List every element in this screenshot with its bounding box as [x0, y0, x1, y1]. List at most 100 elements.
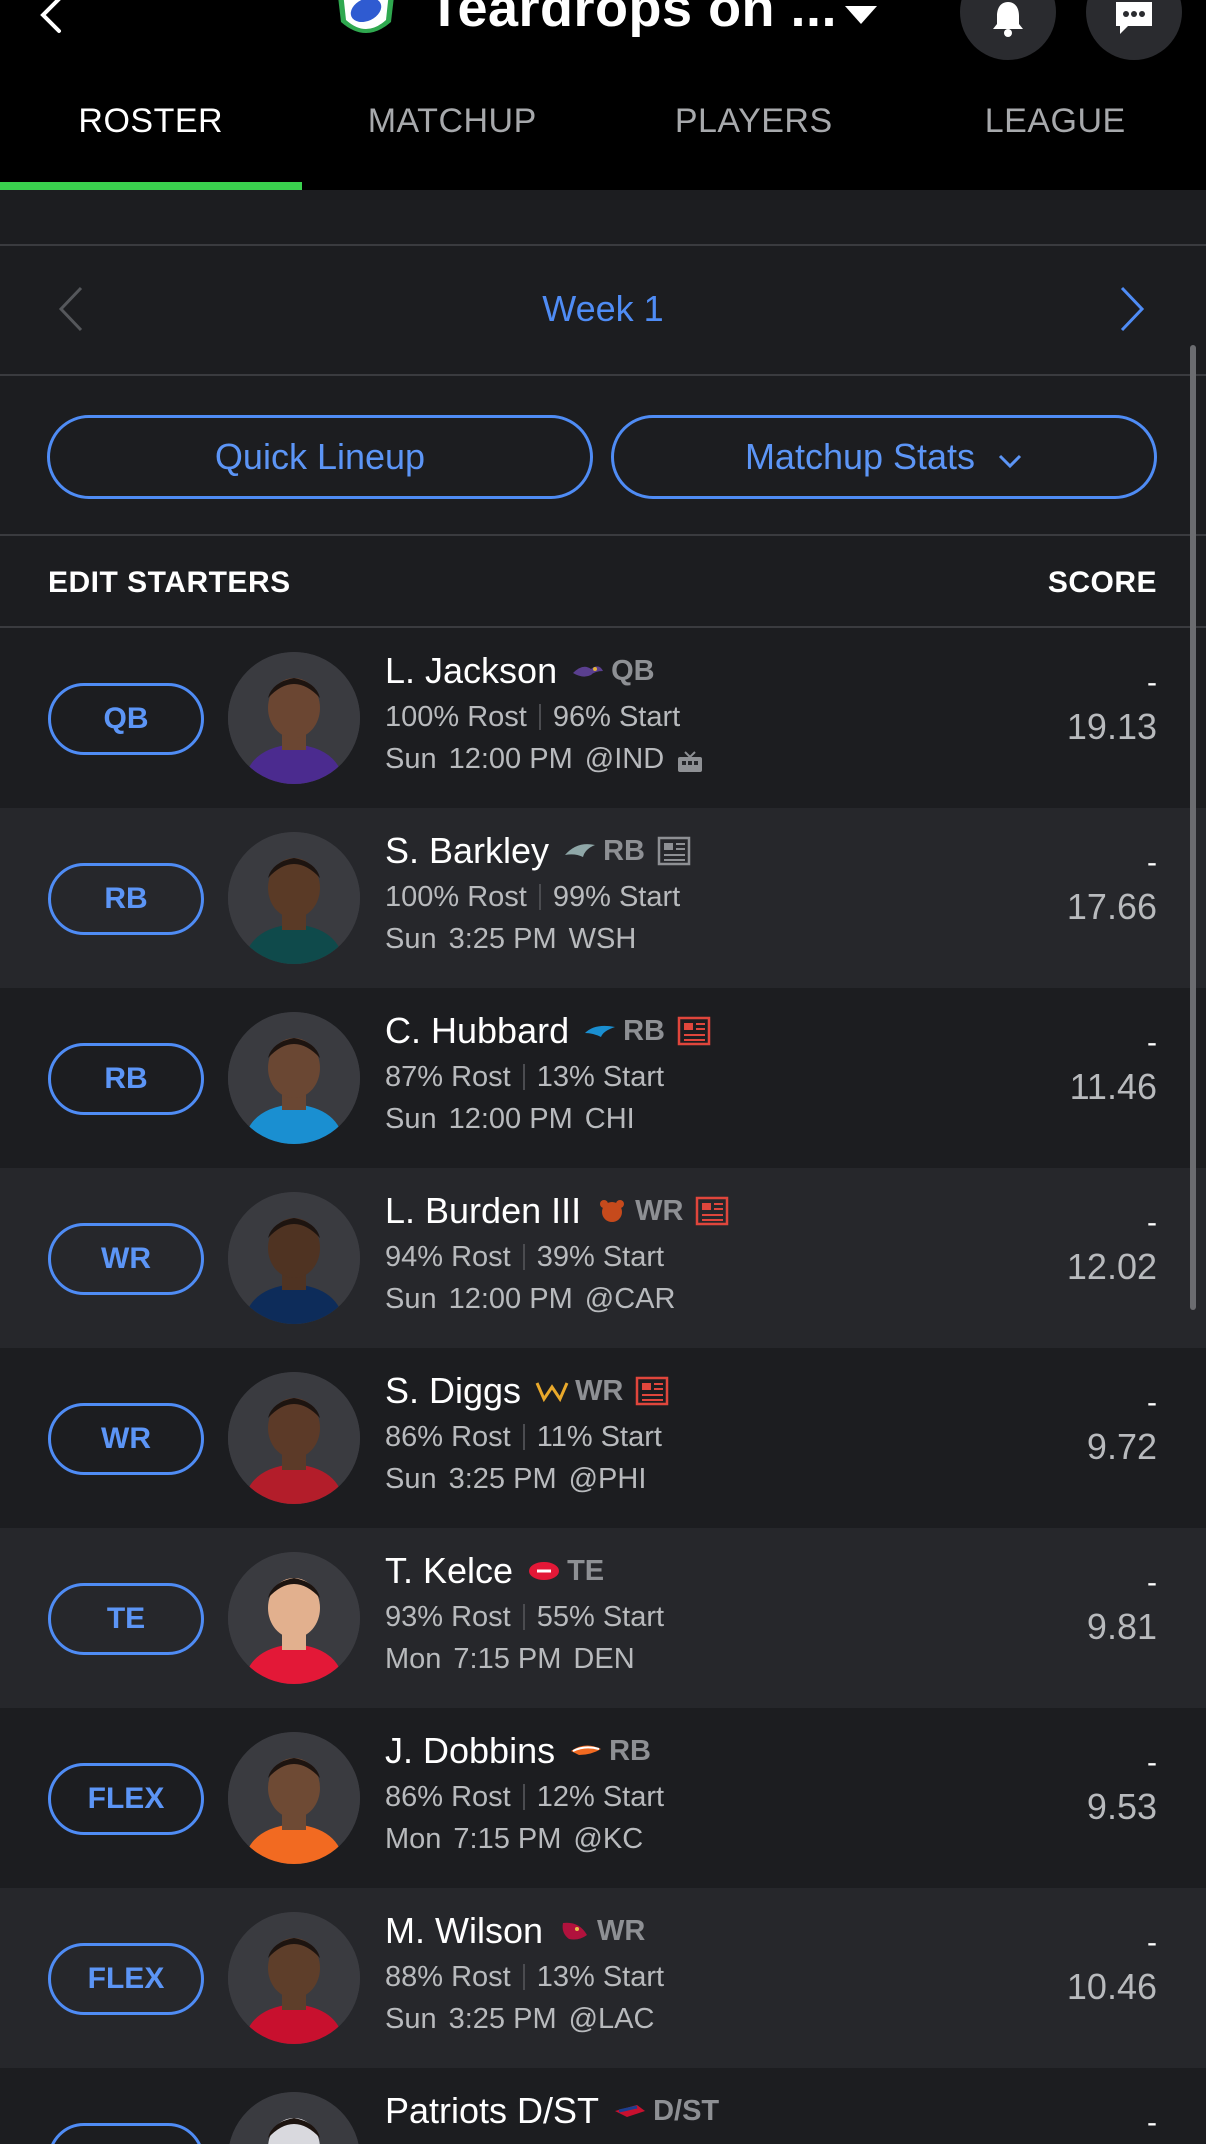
lineup-slot-button[interactable]: FLEX [48, 1763, 204, 1835]
score-cell: - 9.72 [1087, 1386, 1157, 1468]
lineup-slot-button[interactable]: RB [48, 1043, 204, 1115]
game-time: 3:25 PM [448, 1462, 557, 1495]
news-icon[interactable] [657, 836, 691, 866]
game-time: 12:00 PM [448, 742, 573, 775]
player-info: S. Diggs WR 86% Rost 11% Start Sun 3:25 PM @P… [385, 1366, 669, 1500]
week-selector: Week 1 [0, 246, 1206, 376]
score-cell: - 9.81 [1087, 1566, 1157, 1648]
player-name[interactable]: M. Wilson [385, 1910, 543, 1952]
player-row[interactable]: WR S. Diggs WR 86% Rost 11% Start Sun 3:25 P… [0, 1348, 1206, 1528]
player-row[interactable]: Patriots D/ST D/ST - [0, 2068, 1206, 2144]
player-name[interactable]: L. Jackson [385, 650, 557, 692]
chat-button[interactable] [1086, 0, 1182, 60]
start-percent: 96% Start [552, 700, 681, 733]
player-avatar[interactable] [228, 1552, 360, 1684]
lineup-slot-button[interactable]: RB [48, 863, 204, 935]
player-avatar[interactable] [228, 1912, 360, 2044]
team-logo-icon [527, 1559, 561, 1583]
lineup-slot-button[interactable]: WR [48, 1223, 204, 1295]
quick-lineup-label: Quick Lineup [214, 436, 426, 477]
news-icon[interactable] [695, 1196, 729, 1226]
player-row[interactable]: RB S. Barkley RB 100% Rost 99% Start Sun 3:2… [0, 808, 1206, 988]
start-percent: 13% Start [536, 1060, 665, 1093]
lineup-slot-button[interactable] [48, 2123, 204, 2144]
game-day: Sun [385, 1102, 437, 1135]
player-avatar[interactable] [228, 1012, 360, 1144]
lineup-slot-button[interactable]: QB [48, 683, 204, 755]
slot-label: WR [101, 1242, 151, 1275]
game-day: Sun [385, 1462, 437, 1495]
opponent: @LAC [568, 2002, 655, 2035]
projected-score: 9.53 [1086, 1786, 1157, 1827]
tab-matchup[interactable]: MATCHUP [302, 80, 604, 190]
player-name[interactable]: T. Kelce [385, 1550, 513, 1592]
roster-percent: 88% Rost [385, 1960, 511, 1993]
team-logo-icon [557, 1919, 591, 1943]
back-button[interactable] [30, 0, 70, 40]
game-time: 3:25 PM [448, 922, 557, 955]
starters-list: QB L. Jackson QB 100% Rost 96% Start Sun 12:… [0, 628, 1206, 2144]
main-tabs: ROSTER MATCHUP PLAYERS LEAGUE [0, 80, 1206, 190]
player-avatar[interactable] [228, 1192, 360, 1324]
team-logo-icon [535, 1379, 569, 1403]
score-cell: - 12.02 [1067, 1206, 1157, 1288]
lineup-slot-button[interactable]: FLEX [48, 1943, 204, 2015]
player-name[interactable]: Patriots D/ST [385, 2090, 599, 2132]
tab-players[interactable]: PLAYERS [603, 80, 905, 190]
team-title[interactable]: Teardrops on ... [428, 0, 837, 38]
player-avatar[interactable] [228, 1372, 360, 1504]
player-info: L. Jackson QB 100% Rost 96% Start Sun 12:00 … [385, 646, 704, 780]
opponent: WSH [568, 922, 637, 955]
bell-icon [993, 2, 1023, 37]
player-name[interactable]: J. Dobbins [385, 1730, 555, 1772]
game-day: Sun [385, 1282, 437, 1315]
news-icon[interactable] [635, 1376, 669, 1406]
roster-percent: 86% Rost [385, 1420, 511, 1453]
live-score: - [1147, 846, 1157, 879]
position-tag: RB [623, 1014, 665, 1047]
tab-roster[interactable]: ROSTER [0, 80, 302, 190]
team-logo-icon [571, 659, 605, 683]
slot-label: RB [104, 1062, 148, 1095]
roster-percent: 100% Rost [385, 880, 527, 913]
player-row[interactable]: FLEX J. Dobbins RB 86% Rost 12% Start Mon 7:… [0, 1708, 1206, 1888]
live-score: - [1147, 666, 1157, 699]
player-row[interactable]: QB L. Jackson QB 100% Rost 96% Start Sun 12:… [0, 628, 1206, 808]
position-tag: QB [611, 654, 655, 687]
projected-score: 10.46 [1066, 1966, 1157, 2007]
divider [522, 1964, 525, 1990]
game-day: Sun [385, 922, 437, 955]
tab-league[interactable]: LEAGUE [905, 80, 1206, 190]
player-avatar[interactable] [228, 2092, 360, 2144]
spacer-band [0, 190, 1206, 246]
projected-score: 11.46 [1069, 1066, 1157, 1107]
quick-lineup-button[interactable]: Quick Lineup [47, 415, 593, 499]
player-row[interactable]: TE T. Kelce TE 93% Rost 55% Start Mon 7:15 P… [0, 1528, 1206, 1708]
opponent: @CAR [584, 1282, 676, 1315]
opponent: @IND [584, 742, 665, 775]
notifications-button[interactable] [960, 0, 1056, 60]
player-name[interactable]: S. Diggs [385, 1370, 521, 1412]
player-row[interactable]: RB C. Hubbard RB 87% Rost 13% Start Sun 12:0… [0, 988, 1206, 1168]
player-name[interactable]: C. Hubbard [385, 1010, 569, 1052]
opponent: @PHI [568, 1462, 647, 1495]
player-avatar[interactable] [228, 832, 360, 964]
player-avatar[interactable] [228, 652, 360, 784]
news-icon[interactable] [677, 1016, 711, 1046]
next-week-button[interactable] [1118, 284, 1148, 339]
player-name[interactable]: L. Burden III [385, 1190, 581, 1232]
divider [538, 704, 541, 730]
player-name[interactable]: S. Barkley [385, 830, 549, 872]
game-time: 12:00 PM [448, 1282, 573, 1315]
start-percent: 12% Start [536, 1780, 665, 1813]
team-switch-caret-icon[interactable] [845, 6, 877, 24]
player-avatar[interactable] [228, 1732, 360, 1864]
matchup-stats-button[interactable]: Matchup Stats [611, 415, 1157, 499]
player-row[interactable]: FLEX M. Wilson WR 88% Rost 13% Start Sun 3:2… [0, 1888, 1206, 2068]
live-score: - [1147, 1206, 1157, 1239]
lineup-slot-button[interactable]: WR [48, 1403, 204, 1475]
lineup-slot-button[interactable]: TE [48, 1583, 204, 1655]
player-row[interactable]: WR L. Burden III WR 94% Rost 39% Start Sun 1… [0, 1168, 1206, 1348]
week-label[interactable]: Week 1 [0, 288, 1206, 330]
scrollbar[interactable] [1190, 345, 1196, 1310]
